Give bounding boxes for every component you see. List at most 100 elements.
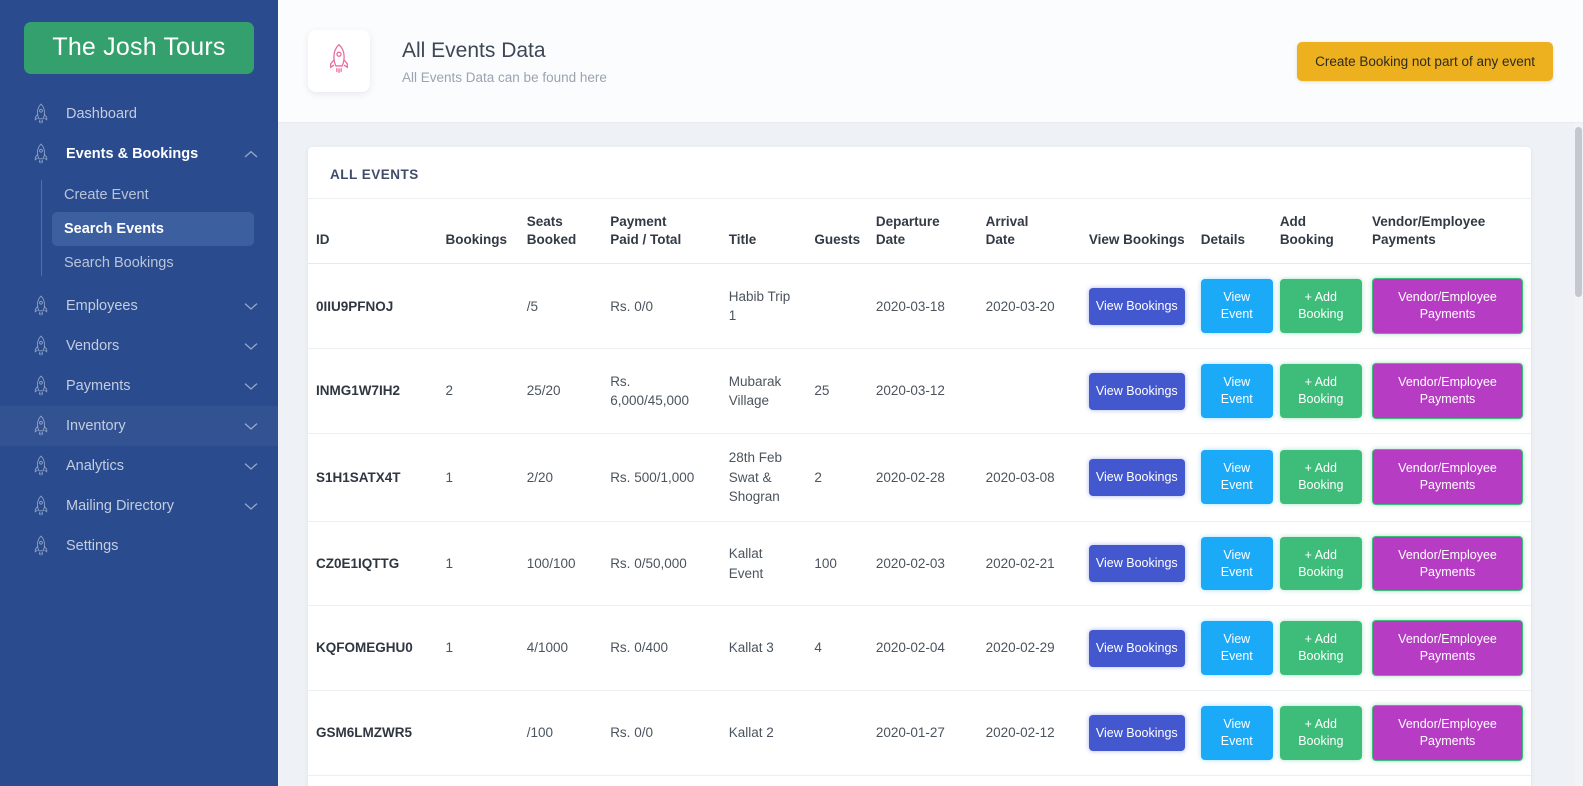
sidebar-item-label: Vendors <box>66 338 120 354</box>
sidebar-item-label: Settings <box>66 538 119 554</box>
sidebar-item-settings[interactable]: Settings <box>0 526 278 566</box>
sidebar-item-mailing-directory[interactable]: Mailing Directory <box>0 486 278 526</box>
cell-bookings-count <box>437 263 519 350</box>
column-header-line2: Details <box>1200 232 1246 248</box>
rocket-icon <box>30 295 52 317</box>
column-header-seats-booked: Seats Booked <box>518 199 603 265</box>
view-event-button[interactable]: View Event <box>1200 536 1273 591</box>
rocket-icon <box>30 103 52 125</box>
add-booking-button[interactable]: + Add Booking <box>1279 621 1362 676</box>
cell-view-bookings: View Bookings <box>1080 775 1193 786</box>
vendor-employee-payments-button[interactable]: Vendor/Employee Payments <box>1372 705 1523 761</box>
cell-view-bookings: View Bookings <box>1080 263 1193 350</box>
add-booking-button[interactable]: + Add Booking <box>1279 536 1362 591</box>
cell-bookings-count: 1 <box>437 521 519 607</box>
column-header-departure-date: Departure Date <box>867 199 978 265</box>
cell-departure-date: 2020-02-04 <box>867 605 978 692</box>
main-scrollbar-thumb[interactable] <box>1575 127 1582 297</box>
add-booking-button[interactable]: + Add Booking <box>1279 450 1362 505</box>
column-header-line2: Add Booking <box>1279 214 1334 248</box>
column-header-line1: Departure <box>875 214 940 229</box>
cell-add-booking: + Add Booking <box>1271 348 1365 434</box>
cell-vendor-employee-payments: Vendor/Employee Payments <box>1364 775 1531 786</box>
rocket-icon <box>30 375 52 397</box>
table-row: 0IIU9PFNOJ/5 Rs. 0/0 Habib Trip 1 2020-03-1… <box>308 263 1531 350</box>
sidebar-subitem-create-event[interactable]: Create Event <box>52 178 254 212</box>
view-event-button[interactable]: View Event <box>1200 621 1273 676</box>
sidebar-item-events-bookings[interactable]: Events & Bookings <box>0 134 278 174</box>
cell-seats-booked: /100 <box>518 690 603 776</box>
cell-arrival-date: 2020-03-20 <box>977 263 1081 350</box>
view-event-button[interactable]: View Event <box>1200 706 1273 760</box>
cell-seats-booked: 25/20 <box>518 348 603 434</box>
column-header-line1: Seats <box>526 214 563 229</box>
view-bookings-button[interactable]: View Bookings <box>1088 545 1185 582</box>
vendor-employee-payments-button[interactable]: Vendor/Employee Payments <box>1372 278 1523 335</box>
chevron-up-icon <box>244 147 258 161</box>
add-booking-button[interactable]: + Add Booking <box>1279 279 1362 334</box>
cell-vendor-employee-payments: Vendor/Employee Payments <box>1364 521 1531 607</box>
cell-departure-date: 2020-01-27 <box>867 690 978 776</box>
view-event-button[interactable]: View Event <box>1200 450 1273 505</box>
view-bookings-button[interactable]: View Bookings <box>1088 458 1185 496</box>
cell-guests-count: 25 <box>806 348 868 434</box>
main-scrollbar-track[interactable] <box>1574 123 1583 786</box>
cell-add-booking: + Add Booking <box>1271 690 1365 776</box>
sidebar-item-dashboard[interactable]: Dashboard <box>0 94 278 134</box>
vendor-employee-payments-button[interactable]: Vendor/Employee Payments <box>1372 449 1523 506</box>
add-booking-button[interactable]: + Add Booking <box>1279 706 1362 760</box>
cell-guests-count <box>806 775 868 786</box>
view-bookings-button[interactable]: View Bookings <box>1088 372 1185 410</box>
view-event-button[interactable]: View Event <box>1200 279 1273 334</box>
sidebar-item-vendors[interactable]: Vendors <box>0 326 278 366</box>
cell-add-booking: + Add Booking <box>1271 433 1365 522</box>
sidebar-item-employees[interactable]: Employees <box>0 286 278 326</box>
cell-details: View Event <box>1192 348 1273 434</box>
cell-view-bookings: View Bookings <box>1080 433 1193 522</box>
card-header: ALL EVENTS <box>308 147 1531 199</box>
rocket-icon <box>326 43 352 80</box>
cell-view-bookings: View Bookings <box>1080 605 1193 692</box>
cell-event-title: Kallat Event <box>720 521 807 607</box>
view-event-button[interactable]: View Event <box>1200 364 1273 418</box>
sidebar-item-label: Inventory <box>66 418 126 434</box>
rocket-icon <box>30 495 52 517</box>
cell-payment-paid-total: Rs. 6,000/45,000 <box>602 348 721 434</box>
cell-arrival-date: 2020-02-06 <box>977 775 1081 786</box>
sidebar-item-inventory[interactable]: Inventory <box>0 406 278 446</box>
sidebar-subitem-search-events[interactable]: Search Events <box>52 212 254 246</box>
add-booking-button[interactable]: + Add Booking <box>1279 364 1362 418</box>
chevron-down-icon <box>244 499 258 513</box>
page-subtitle: All Events Data can be found here <box>402 70 607 86</box>
cell-departure-date: 2020-03-12 <box>867 348 978 434</box>
cell-arrival-date: 2020-02-12 <box>977 690 1081 776</box>
vendor-employee-payments-button[interactable]: Vendor/Employee Payments <box>1372 535 1523 592</box>
sidebar-item-analytics[interactable]: Analytics <box>0 446 278 486</box>
view-bookings-button[interactable]: View Bookings <box>1088 629 1185 667</box>
column-header-line1: Vendor/Employee <box>1372 214 1486 229</box>
sidebar-subitem-search-bookings[interactable]: Search Bookings <box>52 246 254 280</box>
create-booking-button[interactable]: Create Booking not part of any event <box>1297 41 1553 81</box>
vendor-employee-payments-button[interactable]: Vendor/Employee Payments <box>1372 620 1523 677</box>
sidebar-item-label: Events & Bookings <box>66 146 199 162</box>
brand-container: The Josh Tours <box>0 0 278 84</box>
cell-vendor-employee-payments: Vendor/Employee Payments <box>1364 263 1531 350</box>
rocket-icon <box>30 535 52 557</box>
view-bookings-button[interactable]: View Bookings <box>1088 287 1185 325</box>
column-header-line1: Arrival <box>985 214 1029 229</box>
page-header: All Events Data All Events Data can be f… <box>278 0 1583 123</box>
brand-logo[interactable]: The Josh Tours <box>24 22 254 74</box>
main-area: All Events Data All Events Data can be f… <box>278 0 1583 786</box>
vendor-employee-payments-button[interactable]: Vendor/Employee Payments <box>1372 363 1523 419</box>
column-header-payment-paid-total: Payment Paid / Total <box>602 199 721 265</box>
sidebar-item-payments[interactable]: Payments <box>0 366 278 406</box>
rocket-icon <box>30 415 52 437</box>
rocket-icon <box>30 335 52 357</box>
cell-event-title: Habib Trip 1 <box>720 263 807 350</box>
cell-bookings-count <box>437 690 519 776</box>
view-bookings-button[interactable]: View Bookings <box>1088 714 1185 752</box>
cell-vendor-employee-payments: Vendor/Employee Payments <box>1364 690 1531 776</box>
cell-event-id: 7JLQMK8QSY <box>308 775 438 786</box>
cell-guests-count <box>806 263 868 350</box>
column-header-guests: Guests <box>806 199 868 265</box>
